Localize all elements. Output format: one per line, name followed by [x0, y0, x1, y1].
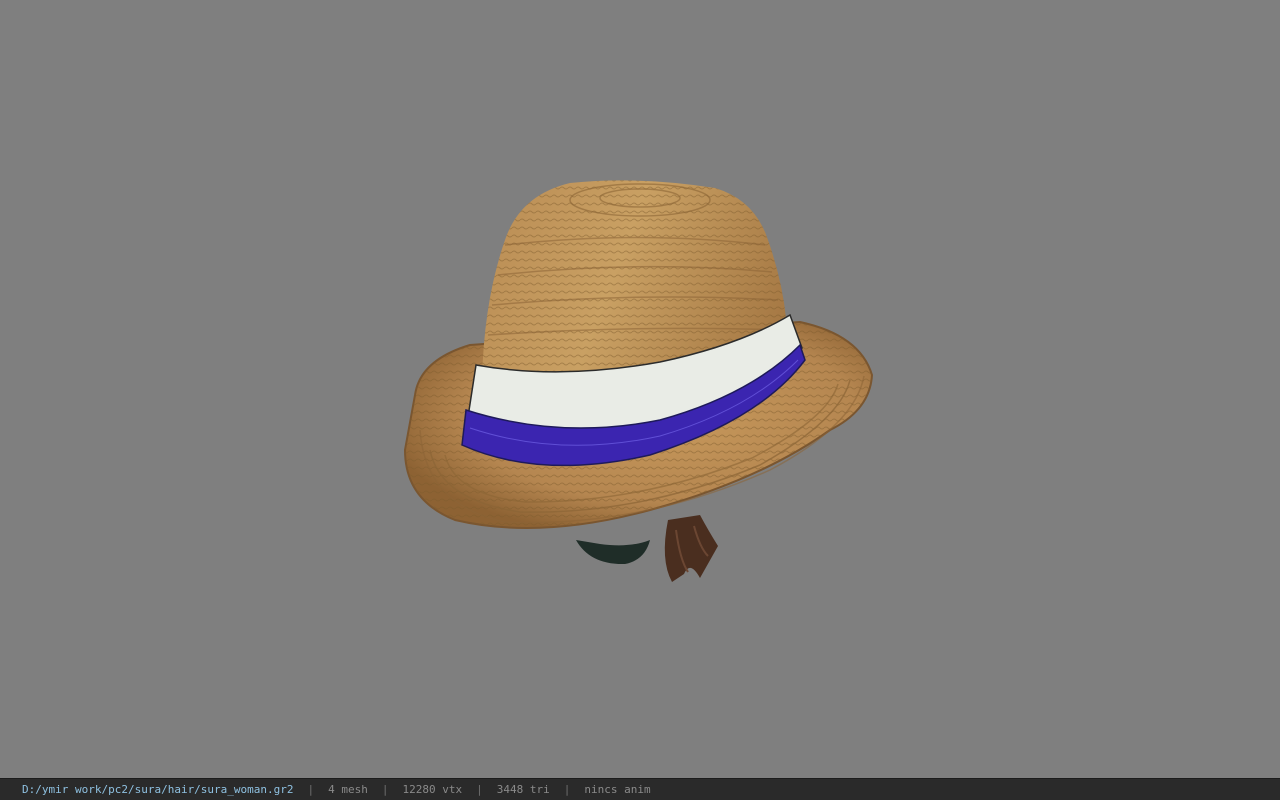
- status-bar: D:/ymir work/pc2/sura/hair/sura_woman.gr…: [0, 778, 1280, 800]
- status-vertex-count: 12280 vtx: [402, 783, 463, 796]
- hair-strand: [664, 515, 718, 582]
- status-file-path: D:/ymir work/pc2/sura/hair/sura_woman.gr…: [22, 783, 294, 796]
- status-mesh-count: 4 mesh: [328, 783, 368, 796]
- status-triangle-count: 3448 tri: [496, 783, 550, 796]
- status-separator: |: [563, 783, 571, 796]
- 3d-viewport[interactable]: [0, 0, 1280, 778]
- hat-model: [403, 180, 874, 582]
- dark-accessory: [576, 540, 650, 565]
- status-separator: |: [381, 783, 389, 796]
- status-anim: nincs anim: [584, 783, 651, 796]
- status-separator: |: [307, 783, 315, 796]
- status-separator: |: [476, 783, 483, 796]
